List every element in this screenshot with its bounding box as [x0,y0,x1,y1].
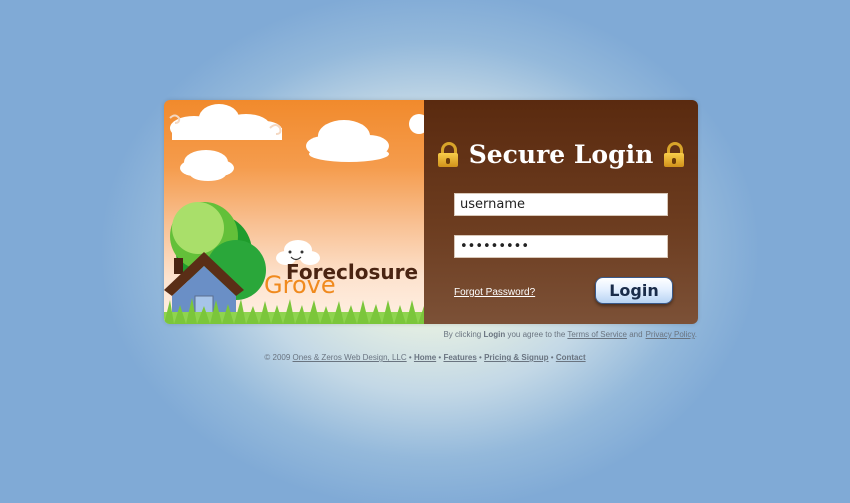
logo-text-foreclosure: Foreclosure [286,260,419,284]
terms-login-word: Login [483,330,506,339]
footer-separator: • [438,353,442,362]
password-input[interactable] [454,235,668,258]
footer-link-contact[interactable]: Contact [556,353,586,362]
terms-of-service-link[interactable]: Terms of Service [567,330,627,339]
footer-separator: • [408,353,412,362]
login-button[interactable]: Login [595,277,673,304]
terms-end: . [694,330,697,339]
footer-separator: • [550,353,554,362]
brand-illustration: Grove Foreclosure [164,100,424,324]
terms-notice: By clicking Login you agree to the Terms… [443,330,697,339]
footer: © 2009 Ones & Zeros Web Design, LLC • Ho… [0,353,850,362]
company-link[interactable]: Ones & Zeros Web Design, LLC [293,353,407,362]
forgot-password-link[interactable]: Forgot Password? [454,287,535,298]
cloud-icon [170,104,282,140]
copyright-text: © 2009 [264,353,291,362]
footer-link-pricing[interactable]: Pricing & Signup [484,353,548,362]
lock-icon [663,141,684,168]
privacy-policy-link[interactable]: Privacy Policy [646,330,695,339]
login-panel: Secure Login Forgot Password? Login [424,100,698,324]
footer-link-home[interactable]: Home [414,353,436,362]
terms-middle: you agree to the [507,330,566,339]
terms-prefix: By clicking [443,330,482,339]
login-card: Grove Foreclosure Secure Login Forgot Pa… [164,100,698,324]
login-title: Secure Login [424,138,698,169]
terms-and: and [629,330,643,339]
footer-separator: • [479,353,482,362]
lock-icon [438,141,458,168]
footer-link-features[interactable]: Features [443,353,476,362]
login-title-text: Secure Login [468,140,654,169]
username-input[interactable] [454,193,668,216]
